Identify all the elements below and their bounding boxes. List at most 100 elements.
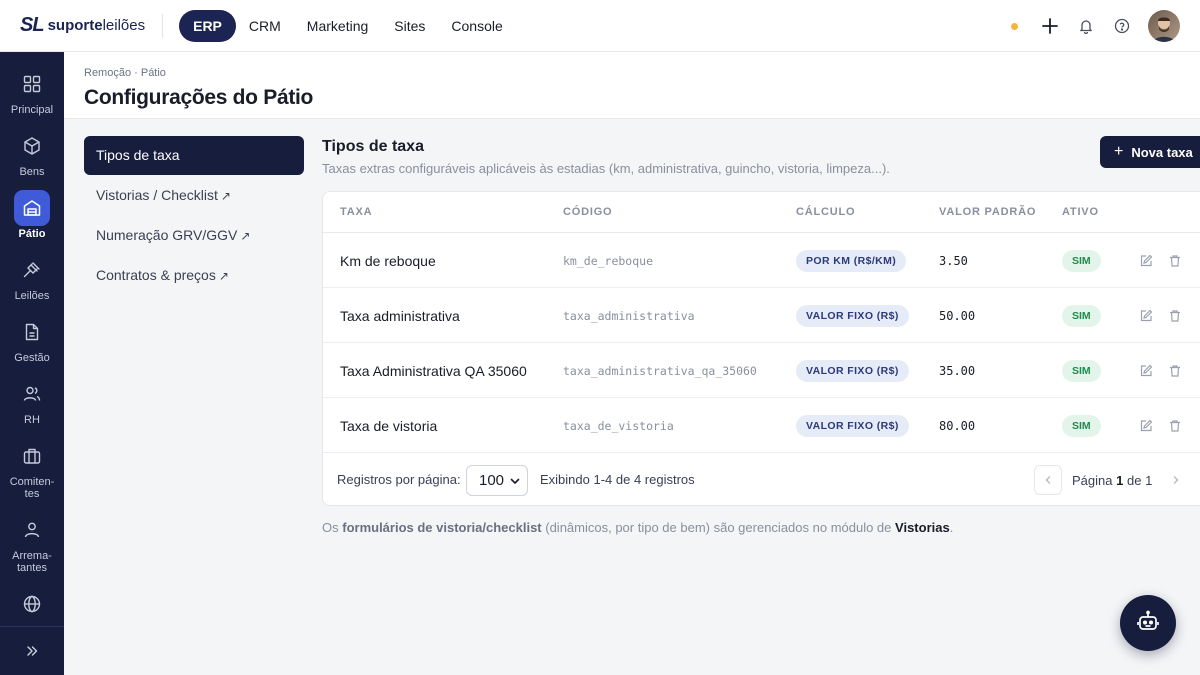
sidebar-label: Arrema- tantes [12,550,52,574]
sidebar-item-patio[interactable]: Pátio [0,190,64,240]
submenu-numeracao-grv-ggv[interactable]: Numeração GRV/GGV ↗ [84,216,304,255]
external-link-icon: ↗ [220,189,231,203]
sidebar: Principal Bens Pátio Leilões Gestão RH C… [0,52,64,675]
fee-code: taxa_administrativa [563,308,695,323]
logo-text: suporteleilões [47,17,146,34]
sidebar-item-comitentes[interactable]: Comiten- tes [0,438,64,500]
external-link-icon: ↗ [218,269,229,283]
topnav-console[interactable]: Console [438,10,515,42]
fee-active-cell: SIM [1062,233,1101,288]
fee-types-table: TAXA CÓDIGO CÁLCULO VALOR PADRÃO ATIVO K… [322,191,1200,506]
submenu-tipos-de-taxa[interactable]: Tipos de taxa [84,136,304,175]
external-link-icon: ↗ [240,229,251,243]
column-header-calculo[interactable]: CÁLCULO [796,206,855,218]
column-header-valor-padrao[interactable]: VALOR PADRÃO [939,206,1036,218]
fee-name: Taxa Administrativa QA 35060 [340,362,527,379]
per-page-select[interactable]: 100 [466,465,528,496]
globe-icon [14,586,50,622]
edit-icon[interactable] [1139,343,1153,398]
fee-value: 35.00 [939,363,976,378]
vistorias-link[interactable]: Vistorias [895,520,950,535]
trash-icon[interactable] [1168,398,1182,453]
status-badge: SIM [1062,304,1101,327]
column-header-ativo[interactable]: ATIVO [1062,206,1099,218]
brand-logo[interactable]: SL suporteleilões [20,0,145,52]
status-badge: SIM [1062,249,1101,272]
users-icon [14,376,50,412]
edit-icon[interactable] [1139,398,1153,453]
page-nav: Página 1 de 1 [1034,464,1190,496]
edit-icon[interactable] [1139,233,1153,288]
fee-active-cell: SIM [1062,343,1101,398]
plus-icon[interactable] [1040,16,1060,36]
sidebar-label: Principal [10,104,54,116]
trash-icon[interactable] [1168,343,1182,398]
fee-name: Taxa administrativa [340,307,460,324]
briefcase-icon [14,438,50,474]
double-chevron-right-icon [14,640,50,662]
chevron-down-icon [509,474,521,491]
sidebar-item-principal[interactable]: Principal [0,66,64,116]
pagination: Registros por página: 100 Exibindo 1-4 d… [323,453,1200,505]
top-bar: SL suporteleilões ERP CRM Marketing Site… [0,0,1200,52]
trash-icon[interactable] [1168,233,1182,288]
calc-badge: VALOR FIXO (R$) [796,304,909,327]
per-page-label: Registros por página: [337,472,461,487]
sidebar-expand-button[interactable] [0,640,64,662]
table-row: Taxa administrativa taxa_administrativa … [323,288,1200,343]
top-divider [162,13,164,38]
topnav-sites[interactable]: Sites [381,10,438,42]
edit-icon[interactable] [1139,288,1153,343]
fee-name: Taxa de vistoria [340,417,438,434]
page-title: Configurações do Pátio [84,86,314,109]
breadcrumb: Remoção · Pátio [84,67,166,79]
settings-submenu: Tipos de taxa Vistorias / Checklist ↗ Num… [84,136,304,296]
next-page-button[interactable] [1162,465,1190,495]
fee-code: taxa_de_vistoria [563,418,674,433]
topnav-crm[interactable]: CRM [236,10,294,42]
box-icon [14,128,50,164]
fee-code: taxa_administrativa_qa_35060 [563,363,757,378]
column-header-taxa[interactable]: TAXA [340,206,372,218]
sidebar-label: Gestão [14,352,50,364]
sidebar-item-bens[interactable]: Bens [0,128,64,178]
column-header-codigo[interactable]: CÓDIGO [563,206,612,218]
fee-calc-cell: VALOR FIXO (R$) [796,343,909,398]
sidebar-label: Bens [19,166,45,178]
topnav-marketing[interactable]: Marketing [294,10,381,42]
sidebar-label: Leilões [14,290,50,302]
sidebar-item-leiloes[interactable]: Leilões [0,252,64,302]
fee-code: km_de_reboque [563,253,654,268]
records-info: Exibindo 1-4 de 4 registros [540,472,695,487]
trash-icon[interactable] [1168,288,1182,343]
top-actions [1011,0,1180,52]
table-row: Taxa de vistoria taxa_de_vistoria VALOR … [323,398,1200,453]
bell-icon[interactable] [1076,16,1096,36]
fee-value: 3.50 [939,253,968,268]
section-title: Tipos de taxa [322,138,424,155]
status-badge: SIM [1062,414,1101,437]
assistant-bot-button[interactable] [1120,595,1176,651]
table-row: Km de reboque km_de_reboque POR KM (R$/K… [323,233,1200,288]
submenu-contratos-precos[interactable]: Contratos & preços ↗ [84,256,304,295]
fee-value: 80.00 [939,418,976,433]
table-header: TAXA CÓDIGO CÁLCULO VALOR PADRÃO ATIVO [323,192,1200,233]
sidebar-item-rh[interactable]: RH [0,376,64,426]
sidebar-item-gestao[interactable]: Gestão [0,314,64,364]
topnav-erp[interactable]: ERP [179,9,236,42]
prev-page-button[interactable] [1034,465,1062,495]
new-fee-button[interactable]: + Nova taxa [1100,136,1200,168]
robot-icon [1136,609,1160,638]
fee-calc-cell: VALOR FIXO (R$) [796,288,909,343]
sidebar-label: Pátio [18,228,46,240]
submenu-vistorias-checklist[interactable]: Vistorias / Checklist ↗ [84,176,304,215]
sidebar-item-arrematantes[interactable]: Arrema- tantes [0,512,64,574]
avatar[interactable] [1148,10,1180,42]
calc-badge: POR KM (R$/KM) [796,249,907,272]
fee-value: 50.00 [939,308,976,323]
sidebar-item-sites[interactable] [0,586,64,622]
sidebar-divider [0,626,64,627]
logo-mark: SL [20,14,45,36]
gavel-icon [14,252,50,288]
help-icon[interactable] [1112,16,1132,36]
